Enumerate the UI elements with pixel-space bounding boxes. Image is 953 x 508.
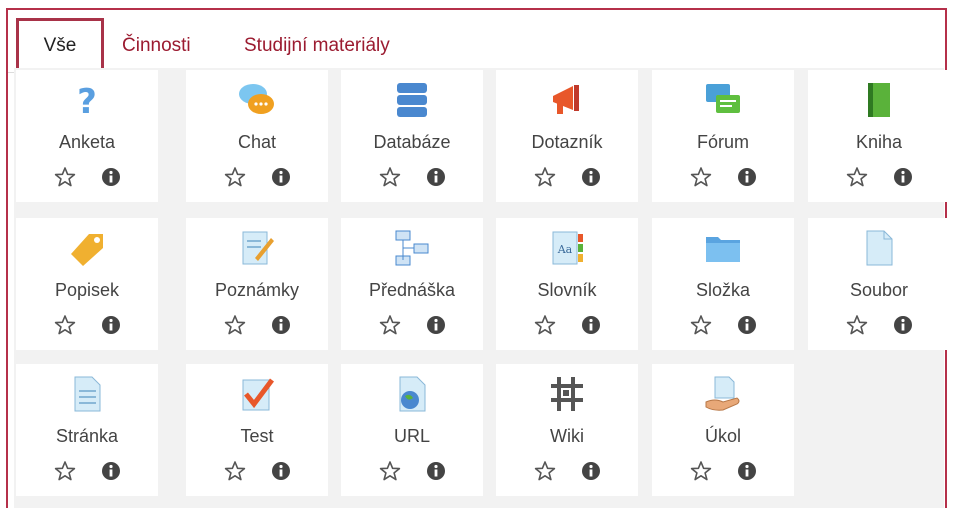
- module-label: Popisek: [54, 280, 120, 300]
- module-label: Slovník: [537, 280, 597, 300]
- info-icon[interactable]: [425, 166, 447, 188]
- module-label: Stránka: [55, 426, 119, 446]
- lesson-flow-icon: [392, 228, 432, 268]
- info-icon[interactable]: [270, 314, 292, 336]
- info-icon[interactable]: [736, 166, 758, 188]
- star-icon[interactable]: [224, 314, 246, 336]
- tab-bar: Vše Činnosti Studijní materiály: [8, 10, 945, 74]
- chat-bubbles-icon: [237, 80, 277, 120]
- forum-icon: [703, 80, 743, 120]
- star-icon[interactable]: [534, 166, 556, 188]
- svg-text:Aa: Aa: [557, 243, 573, 256]
- module-label: Fórum: [696, 132, 749, 152]
- module-tile[interactable]: Soubor: [808, 218, 950, 350]
- database-icon: [392, 80, 432, 120]
- module-tile[interactable]: Databáze: [341, 70, 483, 202]
- star-icon[interactable]: [690, 460, 712, 482]
- star-icon[interactable]: [690, 314, 712, 336]
- star-icon[interactable]: [846, 166, 868, 188]
- star-icon[interactable]: [379, 166, 401, 188]
- module-tile[interactable]: Test: [186, 364, 328, 496]
- module-tile[interactable]: Aa Slovník: [496, 218, 638, 350]
- info-icon[interactable]: [425, 460, 447, 482]
- star-icon[interactable]: [224, 460, 246, 482]
- wiki-icon: [547, 374, 587, 414]
- info-icon[interactable]: [736, 460, 758, 482]
- info-icon[interactable]: [892, 314, 914, 336]
- info-icon[interactable]: [100, 166, 122, 188]
- module-tile[interactable]: Stránka: [16, 364, 158, 496]
- module-tile[interactable]: Přednáška: [341, 218, 483, 350]
- module-label: Úkol: [704, 426, 741, 446]
- glossary-icon: Aa: [547, 228, 587, 268]
- info-icon[interactable]: [580, 166, 602, 188]
- module-grid: ? Anketa Chat Databáze Dotazník Fórum Kniha Pop…: [14, 68, 950, 508]
- info-icon[interactable]: [270, 166, 292, 188]
- svg-text:?: ?: [77, 82, 97, 120]
- module-tile[interactable]: Chat: [186, 70, 328, 202]
- module-label: Databáze: [373, 132, 451, 152]
- module-label: Wiki: [550, 426, 584, 446]
- star-icon[interactable]: [379, 314, 401, 336]
- module-label: Anketa: [58, 132, 116, 152]
- star-icon[interactable]: [690, 166, 712, 188]
- module-label: Poznámky: [214, 280, 300, 300]
- info-icon[interactable]: [580, 460, 602, 482]
- module-label: Složka: [695, 280, 751, 300]
- module-tile[interactable]: Úkol: [652, 364, 794, 496]
- star-icon[interactable]: [54, 314, 76, 336]
- module-tile[interactable]: Poznámky: [186, 218, 328, 350]
- tab-resources[interactable]: Studijní materiály: [244, 22, 390, 70]
- info-icon[interactable]: [270, 460, 292, 482]
- assignment-hand-icon: [703, 374, 743, 414]
- star-icon[interactable]: [54, 460, 76, 482]
- module-tile[interactable]: Dotazník: [496, 70, 638, 202]
- question-icon: ?: [67, 80, 107, 122]
- module-tile[interactable]: Wiki: [496, 364, 638, 496]
- info-icon[interactable]: [736, 314, 758, 336]
- note-pencil-icon: [237, 228, 277, 268]
- folder-icon: [703, 228, 743, 268]
- file-icon: [859, 228, 899, 268]
- tab-all[interactable]: Vše: [16, 18, 104, 74]
- book-icon: [859, 80, 899, 120]
- page-icon: [67, 374, 107, 414]
- module-tile[interactable]: Kniha: [808, 70, 950, 202]
- module-tile[interactable]: URL: [341, 364, 483, 496]
- module-label: Chat: [237, 132, 277, 152]
- module-label: Dotazník: [531, 132, 603, 152]
- info-icon[interactable]: [892, 166, 914, 188]
- module-tile[interactable]: ? Anketa: [16, 70, 158, 202]
- star-icon[interactable]: [534, 314, 556, 336]
- module-label: Test: [240, 426, 274, 446]
- tag-icon: [67, 228, 107, 268]
- info-icon[interactable]: [580, 314, 602, 336]
- module-tile[interactable]: Složka: [652, 218, 794, 350]
- module-label: Soubor: [849, 280, 909, 300]
- module-label: Přednáška: [368, 280, 456, 300]
- info-icon[interactable]: [100, 314, 122, 336]
- module-label: Kniha: [855, 132, 903, 152]
- star-icon[interactable]: [379, 460, 401, 482]
- module-label: URL: [393, 426, 430, 446]
- star-icon[interactable]: [54, 166, 76, 188]
- star-icon[interactable]: [846, 314, 868, 336]
- tab-activities[interactable]: Činnosti: [122, 22, 191, 70]
- info-icon[interactable]: [100, 460, 122, 482]
- info-icon[interactable]: [425, 314, 447, 336]
- megaphone-icon: [547, 80, 587, 120]
- star-icon[interactable]: [534, 460, 556, 482]
- quiz-check-icon: [237, 374, 277, 414]
- module-tile[interactable]: Fórum: [652, 70, 794, 202]
- module-tile[interactable]: Popisek: [16, 218, 158, 350]
- star-icon[interactable]: [224, 166, 246, 188]
- url-globe-icon: [392, 374, 432, 414]
